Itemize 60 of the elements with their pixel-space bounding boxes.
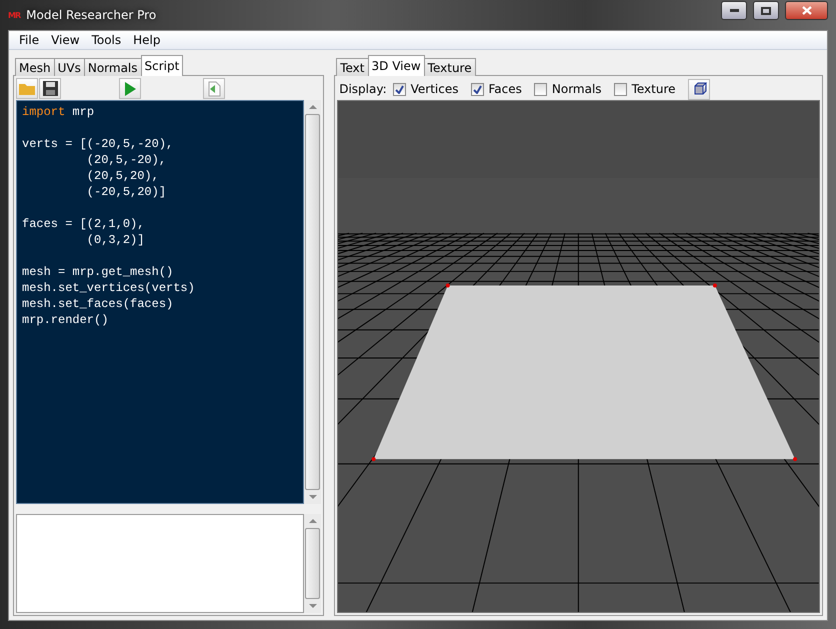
minimize-icon	[730, 9, 738, 12]
code-line: (20,5,20),	[86, 168, 160, 184]
code-line: verts = [(-20,5,-20),	[22, 136, 174, 152]
menu-item[interactable]: Help	[127, 33, 166, 47]
scrollbar[interactable]	[304, 514, 322, 613]
checkbox-label: Vertices	[410, 82, 458, 96]
tab[interactable]: 3D View	[368, 55, 425, 76]
code-line: (0,3,2)]	[86, 232, 146, 248]
tab[interactable]: Script	[140, 55, 184, 76]
maximize-button[interactable]	[753, 1, 779, 20]
output-console[interactable]	[16, 514, 304, 613]
checkbox-label: Texture	[632, 82, 676, 96]
menu-item[interactable]: Tools	[86, 33, 128, 47]
window-title: Model Researcher Pro	[26, 8, 158, 22]
tab[interactable]: Text	[336, 58, 368, 76]
close-icon	[802, 6, 812, 15]
code-line: (-20,5,20)]	[86, 184, 168, 200]
vertex-dot	[793, 457, 798, 462]
close-button[interactable]	[785, 1, 828, 20]
code-line: mesh = mrp.get_mesh()	[22, 264, 174, 280]
scroll-up-icon[interactable]	[308, 519, 317, 524]
checkbox[interactable]	[614, 82, 627, 96]
checkbox-label: Faces	[488, 82, 522, 96]
scroll-down-icon[interactable]	[308, 604, 317, 608]
menu-item[interactable]: View	[45, 33, 86, 47]
checkbox[interactable]	[534, 82, 547, 96]
app-logo: MR	[8, 10, 20, 20]
scroll-up-icon[interactable]	[308, 104, 317, 109]
code-line: mrp.render()	[22, 312, 110, 328]
code-line: import mrp	[22, 104, 96, 120]
checkbox[interactable]	[392, 82, 406, 96]
code-line: mesh.set_faces(faces)	[22, 296, 174, 312]
reset-view-button[interactable]	[688, 78, 710, 100]
folder-icon	[19, 82, 35, 96]
run-button[interactable]	[119, 78, 141, 100]
code-line: (20,5,-20),	[86, 152, 168, 168]
vertex-dot	[372, 457, 376, 462]
vertex-dot	[446, 284, 450, 288]
code-line: mesh.set_vertices(verts)	[22, 280, 196, 296]
vertex-dot	[713, 284, 718, 288]
tab[interactable]: UVs	[54, 58, 85, 76]
checkbox[interactable]	[470, 82, 484, 96]
code-editor[interactable]: import mrp verts = [(-20,5,-20), (20,5,-20), (20,5,20), (-20,5,20)] faces = [(2,1,0), (0,3,2)] mesh = mrp.get_mesh() mesh.set_vertices(verts) mesh.set_faces(faces) mrp.render()	[16, 100, 304, 504]
display-label: Display:	[339, 82, 387, 96]
play-icon	[124, 82, 136, 96]
maximize-icon	[761, 6, 771, 14]
tab[interactable]: Texture	[424, 58, 476, 76]
code-line: faces = [(2,1,0),	[22, 216, 146, 232]
checkbox-label: Normals	[552, 82, 602, 96]
tab[interactable]: Normals	[84, 58, 142, 76]
page-arrow-icon	[207, 80, 221, 97]
scroll-thumb[interactable]	[305, 114, 320, 490]
tab[interactable]: Mesh	[15, 58, 55, 76]
menu-item[interactable]: File	[13, 33, 46, 47]
scroll-thumb[interactable]	[305, 528, 320, 599]
minimize-button[interactable]	[721, 1, 747, 20]
clear-output-button[interactable]	[203, 78, 225, 100]
scrollbar[interactable]	[304, 100, 322, 504]
scroll-down-icon[interactable]	[308, 495, 317, 500]
save-button[interactable]	[39, 78, 61, 100]
